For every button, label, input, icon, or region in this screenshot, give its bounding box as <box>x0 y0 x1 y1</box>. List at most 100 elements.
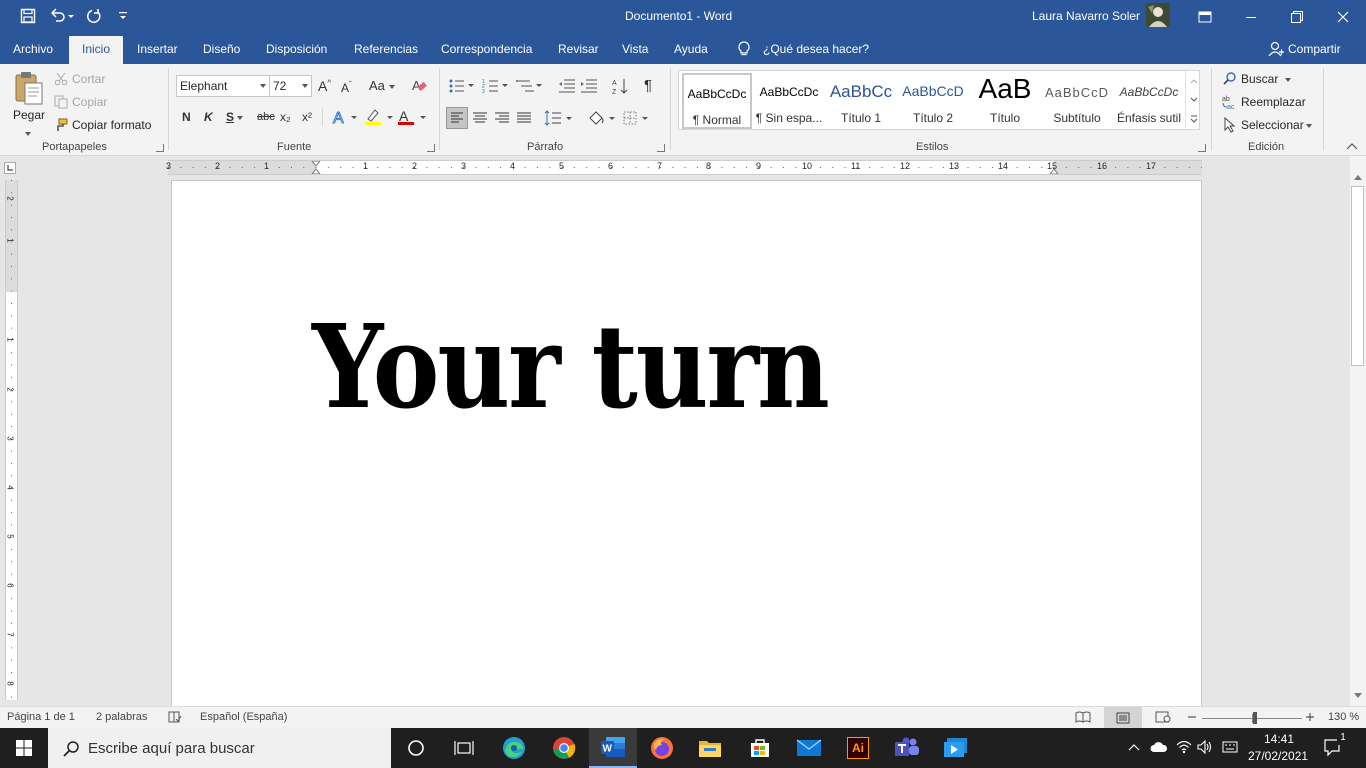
print-layout-icon[interactable] <box>1104 707 1142 728</box>
copy-button[interactable]: Copiar <box>72 95 107 109</box>
replace-icon[interactable]: ab ac <box>1222 94 1238 110</box>
word-taskbar-icon[interactable]: W <box>589 728 637 768</box>
save-icon[interactable] <box>20 8 36 24</box>
tab-referencias[interactable]: Referencias <box>354 42 418 56</box>
clock-date[interactable]: 27/02/2021 <box>1248 749 1308 763</box>
share-button[interactable]: Compartir <box>1288 42 1341 56</box>
find-dropdown-icon[interactable] <box>1285 77 1292 82</box>
onedrive-icon[interactable] <box>1150 741 1168 753</box>
italic-button[interactable]: K <box>204 110 213 124</box>
subscript-button[interactable]: x₂ <box>280 110 291 124</box>
styles-more-icon[interactable] <box>1185 109 1201 128</box>
cut-button[interactable]: Cortar <box>72 72 105 86</box>
scroll-down-icon[interactable] <box>1354 693 1362 699</box>
font-size-dropdown-icon[interactable] <box>302 84 308 88</box>
user-name[interactable]: Laura Navarro Soler <box>1032 9 1140 23</box>
replace-button[interactable]: Reemplazar <box>1241 95 1306 109</box>
tab-diseno[interactable]: Diseño <box>203 42 240 56</box>
redo-icon[interactable] <box>86 8 102 24</box>
volume-icon[interactable] <box>1197 740 1213 754</box>
lightbulb-icon[interactable] <box>738 41 750 57</box>
close-icon[interactable] <box>1320 0 1366 33</box>
bold-button[interactable]: N <box>182 110 191 124</box>
find-button[interactable]: Buscar <box>1241 72 1292 86</box>
tab-selector-icon[interactable] <box>4 162 16 174</box>
web-layout-icon[interactable] <box>1155 711 1171 723</box>
minimize-icon[interactable] <box>1228 0 1274 33</box>
font-name-dropdown-icon[interactable] <box>260 84 266 88</box>
font-launcher-icon[interactable] <box>427 144 435 152</box>
zoom-out-icon[interactable] <box>1187 712 1197 722</box>
borders-icon[interactable] <box>622 108 652 128</box>
underline-button[interactable]: S <box>226 110 244 124</box>
customize-qat-icon[interactable] <box>118 11 128 21</box>
keyboard-icon[interactable] <box>1222 741 1238 753</box>
page-count[interactable]: Página 1 de 1 <box>7 711 75 723</box>
sort-icon[interactable]: AZ <box>612 77 628 95</box>
show-hidden-icons-icon[interactable] <box>1128 743 1140 751</box>
paste-button[interactable]: Pegar <box>10 70 48 138</box>
document-page[interactable]: Your turn <box>171 180 1202 710</box>
text-effects-icon[interactable]: A <box>332 108 358 126</box>
cut-icon[interactable] <box>54 72 68 86</box>
zoom-in-icon[interactable] <box>1305 712 1315 722</box>
shrink-font-icon[interactable]: Aˇ <box>341 80 352 95</box>
styles-scroll-down-icon[interactable] <box>1185 90 1201 109</box>
justify-icon[interactable] <box>514 108 534 128</box>
increase-indent-icon[interactable] <box>580 78 598 94</box>
style-no-spacing[interactable]: AaBbCcDc ¶ Sin espa... <box>754 73 824 129</box>
copy-icon[interactable] <box>54 95 68 109</box>
undo-icon[interactable] <box>50 8 74 24</box>
clear-formatting-icon[interactable]: A <box>411 77 427 93</box>
tab-archivo[interactable]: Archivo <box>13 42 53 56</box>
style-heading1[interactable]: AaBbCc Título 1 <box>826 73 896 129</box>
align-left-icon[interactable] <box>446 107 468 129</box>
chrome-icon[interactable] <box>540 728 588 768</box>
teams-icon[interactable] <box>883 728 931 768</box>
language[interactable]: Español (España) <box>200 711 287 723</box>
tell-me-search[interactable]: ¿Qué desea hacer? <box>763 42 869 56</box>
tab-ayuda[interactable]: Ayuda <box>674 42 708 56</box>
illustrator-icon[interactable]: Ai <box>834 728 882 768</box>
horizontal-ruler[interactable]: 3 2 1 1 2 3 4 5 6 7 8 9 10 11 12 13 14 1… <box>166 160 1202 175</box>
restore-icon[interactable] <box>1274 0 1320 33</box>
windows-start-icon[interactable] <box>0 728 48 768</box>
change-case-button[interactable]: Aa <box>369 78 395 93</box>
tab-correspondencia[interactable]: Correspondencia <box>441 42 532 56</box>
vertical-ruler[interactable]: 2 1 1 2 3 4 5 6 7 8 <box>5 180 18 700</box>
underline-dropdown-icon[interactable] <box>237 115 244 120</box>
tab-vista[interactable]: Vista <box>622 42 648 56</box>
select-cursor-icon[interactable] <box>1223 117 1237 133</box>
highlight-color-icon[interactable] <box>364 108 394 126</box>
tab-inicio[interactable]: Inicio <box>69 36 124 64</box>
multilevel-list-icon[interactable] <box>516 78 544 94</box>
format-painter-icon[interactable] <box>54 118 68 132</box>
edge-icon[interactable] <box>490 728 538 768</box>
font-size-combo[interactable]: 72 <box>269 75 312 97</box>
format-painter-button[interactable]: Copiar formato <box>72 118 151 132</box>
select-dropdown-icon[interactable] <box>1305 123 1312 128</box>
style-subtitle[interactable]: AaBbCcD Subtítulo <box>1042 73 1112 129</box>
numbering-icon[interactable]: 123 <box>482 78 510 94</box>
style-heading2[interactable]: AaBbCcD Título 2 <box>898 73 968 129</box>
zoom-level[interactable]: 130 % <box>1328 711 1359 723</box>
file-explorer-icon[interactable] <box>686 728 734 768</box>
align-center-icon[interactable] <box>470 108 490 128</box>
scrollbar-thumb[interactable] <box>1351 186 1364 366</box>
clipboard-launcher-icon[interactable] <box>156 144 164 152</box>
font-color-icon[interactable]: A <box>397 108 427 126</box>
mail-icon[interactable] <box>785 728 833 768</box>
tab-disposicion[interactable]: Disposición <box>266 42 327 56</box>
style-title[interactable]: AaB Título <box>970 73 1040 129</box>
proofing-icon[interactable] <box>168 711 182 723</box>
document-body-text[interactable]: Your turn <box>312 309 830 424</box>
align-right-icon[interactable] <box>492 108 512 128</box>
word-count[interactable]: 2 palabras <box>96 711 147 723</box>
show-formatting-button[interactable]: ¶ <box>644 77 652 94</box>
cortana-icon[interactable] <box>392 728 440 768</box>
strikethrough-button[interactable]: abc <box>257 111 275 123</box>
ribbon-display-options-icon[interactable] <box>1182 0 1228 33</box>
bullets-icon[interactable] <box>448 78 476 94</box>
shading-icon[interactable] <box>587 108 617 128</box>
zoom-slider[interactable] <box>1202 712 1302 724</box>
